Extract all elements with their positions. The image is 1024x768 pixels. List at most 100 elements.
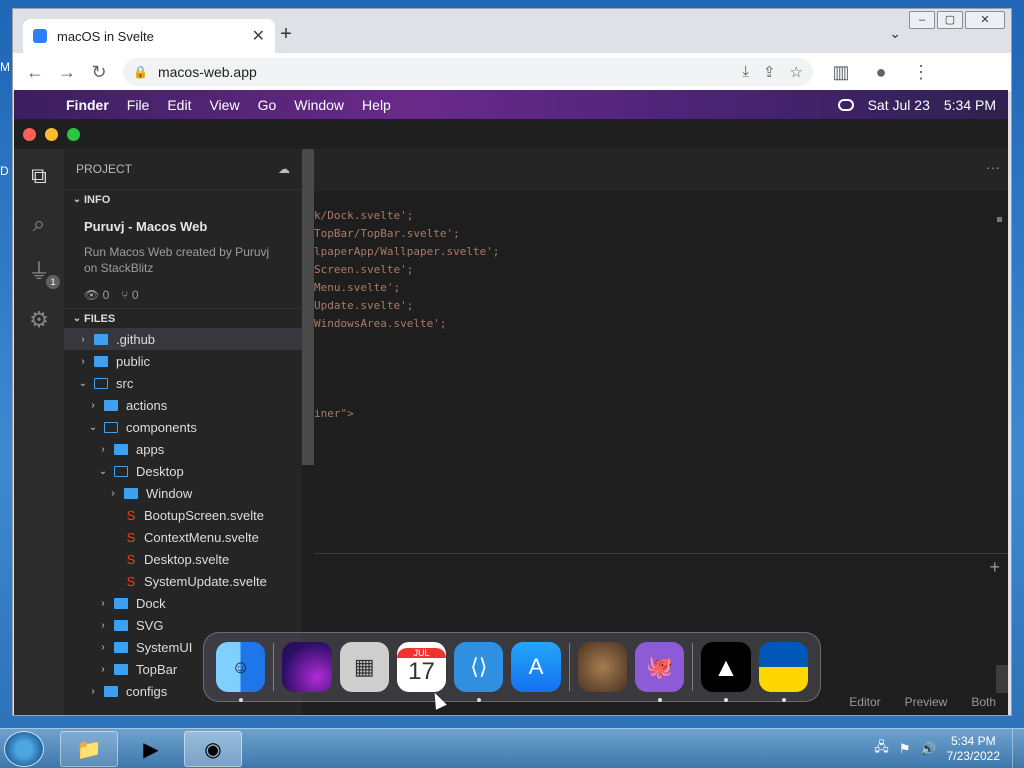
calendar-dock-icon[interactable]: JUL 17 xyxy=(396,642,447,692)
dock-separator xyxy=(568,643,570,691)
network-icon[interactable]: 🖧 xyxy=(874,738,889,760)
back-icon[interactable]: ← xyxy=(19,62,51,83)
files-section-header[interactable]: ⌄ FILES xyxy=(64,308,302,328)
sidebar-title: PROJECT xyxy=(76,162,133,176)
scrollbar-thumb[interactable] xyxy=(997,217,1002,222)
tree-item[interactable]: › Window xyxy=(64,482,302,504)
folder-open-icon xyxy=(114,465,128,477)
tree-item-label: SVG xyxy=(136,617,164,633)
lock-icon[interactable]: 🔒 xyxy=(133,65,148,79)
desktop-icon-label[interactable]: D xyxy=(0,164,9,178)
new-tab-button[interactable]: + xyxy=(275,23,297,46)
explorer-icon[interactable]: ⧉ xyxy=(26,163,52,189)
bookmark-star-icon[interactable]: ☆ xyxy=(790,63,803,81)
tree-item-label: Window xyxy=(146,485,193,501)
tree-item[interactable]: ⌄ components xyxy=(64,416,302,438)
chevron-down-icon: ⌄ xyxy=(88,421,98,433)
more-actions-icon[interactable]: ··· xyxy=(986,159,1000,175)
vscode-dock-icon[interactable]: ⟨⟩ xyxy=(454,642,504,702)
appstore-dock-icon[interactable]: A xyxy=(511,642,561,692)
reload-icon[interactable]: ↻ xyxy=(83,62,115,83)
views-stat: 👁 0 xyxy=(84,288,110,302)
sidebar-scrollbar[interactable] xyxy=(302,149,314,465)
cloud-upload-icon[interactable]: ☁ xyxy=(278,162,290,176)
extensions-badge: 1 xyxy=(46,275,60,289)
menubar-date[interactable]: Sat Jul 23 xyxy=(868,97,930,113)
svelte-file-icon: S xyxy=(126,507,136,523)
tab-search-icon[interactable]: ⌄ xyxy=(889,25,901,42)
menu-finder[interactable]: Finder xyxy=(66,97,109,113)
menu-view[interactable]: View xyxy=(209,97,239,113)
chevron-down-icon: ⌄ xyxy=(78,377,88,389)
tree-item[interactable]: › actions xyxy=(64,394,302,416)
panel-scrollbar[interactable] xyxy=(996,665,1008,693)
menu-go[interactable]: Go xyxy=(258,97,277,113)
profile-icon[interactable]: ● xyxy=(865,62,897,83)
info-section-header[interactable]: ⌄ INFO xyxy=(64,189,302,209)
chrome-taskbar-icon[interactable]: ◉ xyxy=(184,731,242,767)
finder-dock-icon[interactable]: ☺ xyxy=(216,642,266,702)
tree-item[interactable]: › Dock xyxy=(64,592,302,614)
start-button[interactable] xyxy=(4,731,44,767)
tree-item[interactable]: ⌄ Desktop xyxy=(64,460,302,482)
menu-help[interactable]: Help xyxy=(362,97,391,113)
minimize-button[interactable]: – xyxy=(909,11,935,29)
menu-kebab-icon[interactable]: ⋮ xyxy=(905,62,937,83)
both-toggle-button[interactable]: Both xyxy=(971,695,996,709)
cat-avatar-dock-icon[interactable] xyxy=(577,642,628,692)
add-terminal-icon[interactable]: + xyxy=(989,557,1000,578)
show-desktop-button[interactable] xyxy=(1012,729,1024,768)
url-text[interactable]: macos-web.app xyxy=(158,64,742,80)
tree-item[interactable]: › public xyxy=(64,350,302,372)
menubar-time[interactable]: 5:34 PM xyxy=(944,97,996,113)
side-panel-icon[interactable]: ▥ xyxy=(825,62,857,83)
svelte-file-icon: S xyxy=(126,573,136,589)
vercel-dock-icon[interactable]: ▲ xyxy=(701,642,751,702)
taskbar-clock[interactable]: 5:34 PM 7/23/2022 xyxy=(947,734,1000,764)
ukraine-dock-icon[interactable] xyxy=(758,642,808,702)
editor-toggle-button[interactable]: Editor xyxy=(849,695,880,709)
address-bar[interactable]: 🔒 macos-web.app ⤓ ⇪ ☆ xyxy=(123,58,813,86)
tree-item[interactable]: ⌄ src xyxy=(64,372,302,394)
menu-edit[interactable]: Edit xyxy=(167,97,191,113)
control-center-icon[interactable] xyxy=(837,98,854,111)
share-icon[interactable]: ⇪ xyxy=(763,63,776,81)
menu-window[interactable]: Window xyxy=(294,97,344,113)
tree-item[interactable]: S Desktop.svelte xyxy=(64,548,302,570)
media-player-taskbar-icon[interactable]: ▶ xyxy=(122,731,180,767)
close-button[interactable]: ✕ xyxy=(965,11,1005,29)
tree-item-label: SystemUpdate.svelte xyxy=(144,573,267,589)
maximize-traffic-light[interactable] xyxy=(67,128,80,141)
files-section-label: FILES xyxy=(84,312,116,325)
tree-item[interactable]: S ContextMenu.svelte xyxy=(64,526,302,548)
tree-item[interactable]: S BootupScreen.svelte xyxy=(64,504,302,526)
tree-item[interactable]: › .github xyxy=(64,328,302,350)
calculator-dock-icon[interactable]: ▦ xyxy=(339,642,389,692)
chevron-right-icon: › xyxy=(91,685,95,697)
tree-item-label: src xyxy=(116,375,134,391)
desktop-icon-label[interactable]: M xyxy=(0,60,10,74)
preview-toggle-button[interactable]: Preview xyxy=(905,695,948,709)
wallpapers-dock-icon[interactable] xyxy=(282,642,332,692)
tree-item[interactable]: S SystemUpdate.svelte xyxy=(64,570,302,592)
project-description: Run Macos Web created by Puruvj on Stack… xyxy=(84,245,270,275)
browser-tab[interactable]: macOS in Svelte ✕ xyxy=(23,19,275,53)
install-icon[interactable]: ⤓ xyxy=(742,63,749,81)
folder-icon xyxy=(114,443,128,455)
tree-item[interactable]: › apps xyxy=(64,438,302,460)
info-section-label: INFO xyxy=(84,193,111,206)
folder-icon xyxy=(124,487,138,499)
search-icon[interactable]: ⌕ xyxy=(26,211,52,237)
action-center-icon[interactable]: ⚑ xyxy=(899,741,911,757)
volume-icon[interactable]: 🔊 xyxy=(920,741,936,757)
forward-icon[interactable]: → xyxy=(51,62,83,83)
maximize-button[interactable]: ▢ xyxy=(937,11,963,29)
code-view[interactable]: k/Dock.svelte'; TopBar/TopBar.svelte'; lpa… xyxy=(314,207,499,423)
tab-close-icon[interactable]: ✕ xyxy=(252,26,265,46)
github-dock-icon[interactable]: 🐙 xyxy=(635,642,685,702)
menu-file[interactable]: File xyxy=(127,97,150,113)
minimize-traffic-light[interactable] xyxy=(45,128,58,141)
settings-gear-icon[interactable]: ⚙ xyxy=(26,307,52,333)
explorer-taskbar-icon[interactable]: 📁 xyxy=(60,731,118,767)
close-traffic-light[interactable] xyxy=(23,128,36,141)
